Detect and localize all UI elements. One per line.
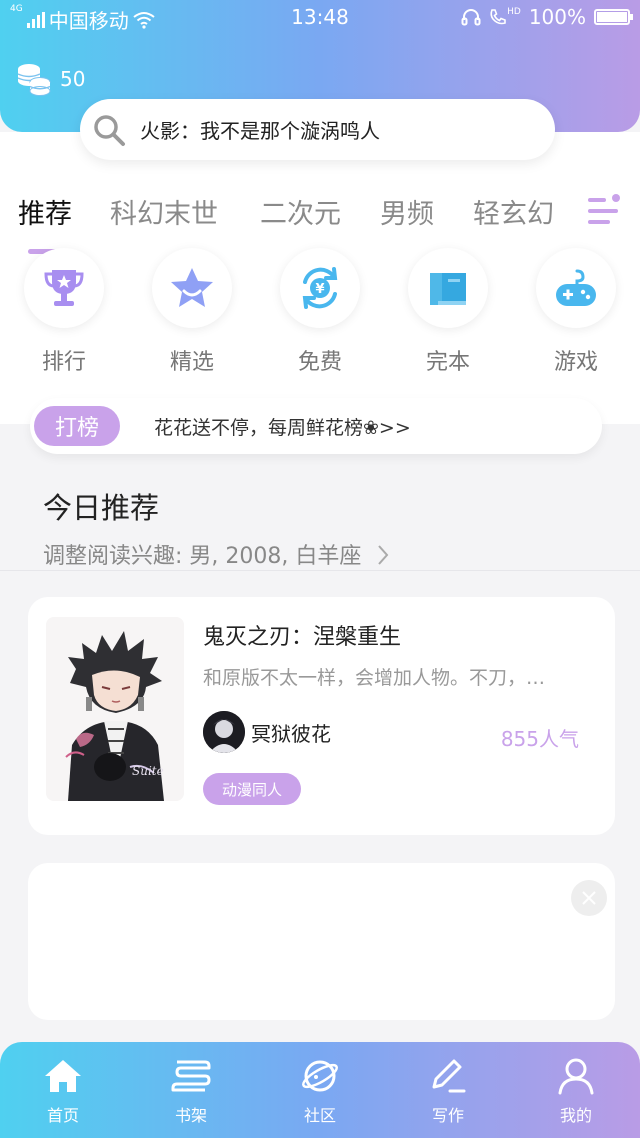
nav-label: 社区 <box>303 1106 336 1125</box>
quick-entry-circle <box>24 248 104 328</box>
notice-text: 花花送不停，每周鲜花榜❀>> <box>154 416 411 439</box>
nav-home[interactable]: 首页 <box>18 1056 108 1126</box>
nav-community[interactable]: 社区 <box>275 1056 365 1126</box>
gamepad-icon <box>556 269 596 306</box>
user-icon <box>558 1058 594 1095</box>
popularity-count: 855人气 <box>500 727 579 751</box>
close-icon <box>582 891 596 905</box>
coin-count: 50 <box>60 67 86 91</box>
tab-scifi[interactable]: 科幻末世 <box>110 192 218 231</box>
trophy-icon <box>44 270 84 306</box>
quick-entry-circle <box>152 248 232 328</box>
star-icon <box>171 268 213 307</box>
ad-card <box>28 863 615 1020</box>
book-cover: Suite <box>46 617 184 801</box>
svg-text:¥: ¥ <box>315 282 324 297</box>
nav-write[interactable]: 写作 <box>403 1056 493 1126</box>
tab-male[interactable]: 男频 <box>380 192 434 231</box>
reading-interest-link[interactable]: 调整阅读兴趣: 男, 2008, 白羊座 <box>43 538 390 570</box>
coin-balance[interactable]: 50 <box>16 62 85 96</box>
notice-banner[interactable]: 打榜 花花送不停，每周鲜花榜❀>> <box>30 398 602 454</box>
coins-icon <box>17 64 51 96</box>
genre-tag[interactable]: 动漫同人 <box>203 773 301 805</box>
quick-entry-label: 免费 <box>297 350 342 375</box>
category-tabs: 推荐 科幻末世 二次元 男频 轻玄幻 <box>0 192 640 242</box>
book-card[interactable]: Suite 鬼灭之刃：涅槃重生 和原版不太一样，会增加人物。不刀，… 冥狱彼花 … <box>28 597 615 835</box>
search-placeholder: 火影：我不是那个漩涡鸣人 <box>140 119 380 143</box>
close-button[interactable] <box>571 880 607 916</box>
category-menu-button[interactable] <box>586 192 622 232</box>
bottom-navigation: 首页 书架 社区 写作 我的 <box>0 1042 640 1138</box>
chevron-right-icon <box>378 545 389 565</box>
quick-entry-circle <box>408 248 488 328</box>
avatar <box>203 711 245 753</box>
nav-label: 写作 <box>431 1106 464 1125</box>
divider <box>0 570 640 571</box>
quick-entry-free[interactable]: ¥ 免费 <box>280 248 360 375</box>
quick-entry-circle <box>536 248 616 328</box>
book-description: 和原版不太一样，会增加人物。不刀，… <box>203 667 546 689</box>
book-title: 鬼灭之刃：涅槃重生 <box>203 625 402 650</box>
nav-label: 首页 <box>46 1106 79 1125</box>
free-coin-icon: ¥ <box>302 267 338 309</box>
quick-entry-label: 排行 <box>41 350 86 375</box>
quick-entry-label: 精选 <box>169 350 214 375</box>
call-icon <box>490 9 506 25</box>
status-bar: 4G 中国移动 13:48 HD 100% <box>0 0 640 34</box>
quick-entry-label: 完本 <box>425 350 470 375</box>
nav-label: 我的 <box>559 1106 592 1125</box>
pen-icon <box>432 1059 466 1093</box>
search-icon <box>94 114 125 146</box>
nav-bookshelf[interactable]: 书架 <box>146 1056 236 1126</box>
quick-entry-completed[interactable]: 完本 <box>408 248 488 375</box>
section-title: 今日推荐 <box>43 491 160 525</box>
home-icon <box>45 1060 81 1092</box>
tab-fantasy[interactable]: 轻玄幻 <box>473 192 554 231</box>
quick-entry-label: 游戏 <box>553 350 598 375</box>
tab-recommend[interactable]: 推荐 <box>18 192 72 231</box>
anime-cover-image: Suite <box>46 617 184 801</box>
battery-icon <box>594 9 633 25</box>
quick-entry-games[interactable]: 游戏 <box>536 248 616 375</box>
reading-interest-text: 调整阅读兴趣: 男, 2008, 白羊座 <box>43 544 362 569</box>
author-name: 冥狱彼花 <box>251 721 331 746</box>
quick-entry-circle: ¥ <box>280 248 360 328</box>
battery-percent: 100% <box>528 5 586 29</box>
quick-entry-featured[interactable]: 精选 <box>152 248 232 375</box>
nav-profile[interactable]: 我的 <box>531 1056 621 1126</box>
book-icon <box>430 273 466 305</box>
headset-icon <box>461 9 481 26</box>
svg-text:Suite: Suite <box>132 764 164 778</box>
search-bar[interactable]: 火影：我不是那个漩涡鸣人 <box>80 99 555 160</box>
hd-label: HD <box>507 7 521 17</box>
bookshelf-icon <box>171 1060 211 1092</box>
book-author: 冥狱彼花 <box>203 711 331 753</box>
category-menu-icon <box>588 194 620 224</box>
planet-icon <box>302 1060 338 1092</box>
nav-label: 书架 <box>174 1106 207 1125</box>
tab-anime[interactable]: 二次元 <box>260 192 341 231</box>
notice-badge: 打榜 <box>34 406 120 446</box>
quick-entry-ranking[interactable]: 排行 <box>24 248 104 375</box>
